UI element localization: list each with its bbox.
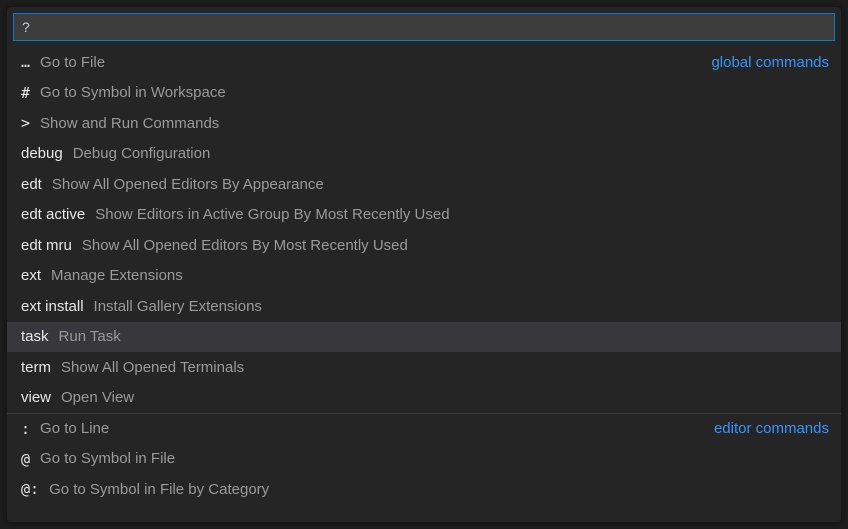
command-row[interactable]: : Go to Line editor commands: [7, 413, 841, 444]
command-description: Open View: [61, 389, 134, 406]
group-label: editor commands: [714, 420, 829, 437]
command-list: … Go to File global commands # Go to Symbol …: [7, 41, 841, 522]
command-description: Go to Symbol in File by Category: [49, 481, 269, 498]
command-description: Go to File: [40, 54, 105, 71]
group-label: global commands: [711, 54, 829, 71]
command-prefix: edt mru: [21, 237, 72, 254]
command-description: Show All Opened Editors By Most Recently…: [82, 237, 408, 254]
command-row[interactable]: @ Go to Symbol in File: [7, 444, 841, 475]
command-row[interactable]: ext install Install Gallery Extensions: [7, 291, 841, 322]
command-description: Install Gallery Extensions: [94, 298, 262, 315]
command-row[interactable]: … Go to File global commands: [7, 47, 841, 78]
search-input-container: [7, 7, 841, 41]
command-prefix: edt active: [21, 206, 85, 223]
command-description: Manage Extensions: [51, 267, 183, 284]
command-description: Show All Opened Editors By Appearance: [52, 176, 324, 193]
command-prefix: task: [21, 328, 49, 345]
command-prefix: >: [21, 114, 30, 132]
command-row[interactable]: @: Go to Symbol in File by Category: [7, 474, 841, 505]
command-description: Go to Line: [40, 420, 109, 437]
command-row[interactable]: edt Show All Opened Editors By Appearance: [7, 169, 841, 200]
command-row[interactable]: edt active Show Editors in Active Group B…: [7, 200, 841, 231]
command-row[interactable]: > Show and Run Commands: [7, 108, 841, 139]
command-row[interactable]: view Open View: [7, 383, 841, 414]
command-prefix: :: [21, 420, 30, 438]
command-prefix: ext install: [21, 298, 84, 315]
command-description: Go to Symbol in Workspace: [40, 84, 226, 101]
command-prefix: term: [21, 359, 51, 376]
command-row[interactable]: task Run Task: [7, 322, 841, 353]
command-prefix: @:: [21, 480, 39, 498]
command-prefix: …: [21, 53, 30, 71]
command-row[interactable]: # Go to Symbol in Workspace: [7, 78, 841, 109]
command-row[interactable]: term Show All Opened Terminals: [7, 352, 841, 383]
command-description: Show All Opened Terminals: [61, 359, 244, 376]
command-prefix: edt: [21, 176, 42, 193]
command-row[interactable]: debug Debug Configuration: [7, 139, 841, 170]
command-description: Debug Configuration: [73, 145, 211, 162]
search-input[interactable]: [13, 13, 835, 41]
command-row[interactable]: edt mru Show All Opened Editors By Most R…: [7, 230, 841, 261]
quick-input-widget: … Go to File global commands # Go to Symbol …: [6, 6, 842, 523]
command-prefix: #: [21, 84, 30, 102]
command-prefix: debug: [21, 145, 63, 162]
command-description: Show and Run Commands: [40, 115, 219, 132]
command-prefix: @: [21, 450, 30, 468]
command-description: Run Task: [59, 328, 121, 345]
command-description: Go to Symbol in File: [40, 450, 175, 467]
command-description: Show Editors in Active Group By Most Rec…: [95, 206, 449, 223]
command-prefix: view: [21, 389, 51, 406]
command-row[interactable]: ext Manage Extensions: [7, 261, 841, 292]
command-prefix: ext: [21, 267, 41, 284]
